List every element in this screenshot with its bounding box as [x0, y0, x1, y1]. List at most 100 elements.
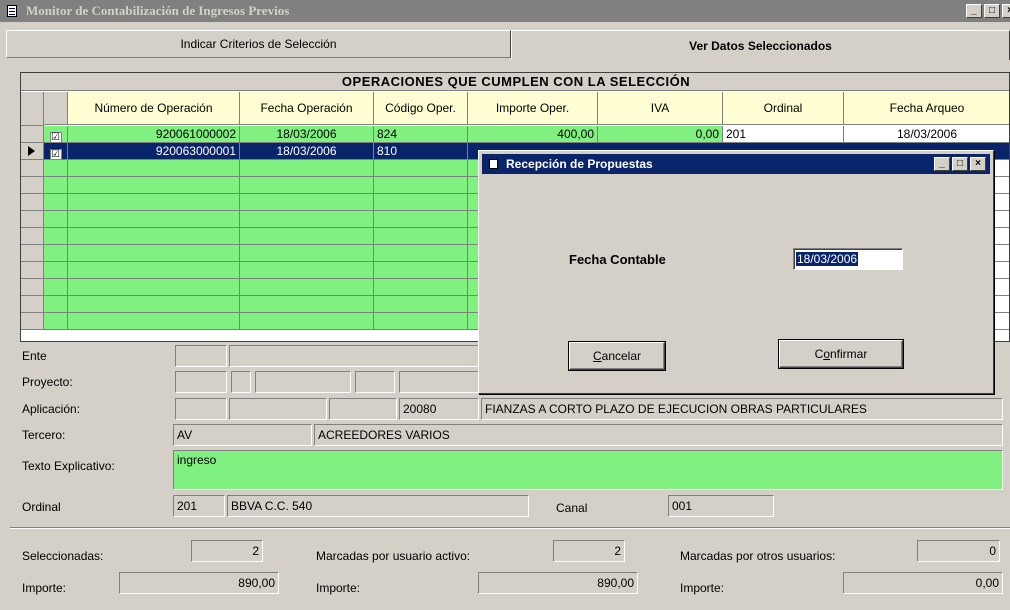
row-header[interactable]: [21, 160, 44, 177]
table-cell[interactable]: [68, 228, 240, 245]
tercero-code-field[interactable]: AV: [173, 424, 312, 446]
row-header[interactable]: [21, 211, 44, 228]
table-cell[interactable]: [240, 211, 374, 228]
row-header[interactable]: [21, 262, 44, 279]
row-header[interactable]: [21, 313, 44, 330]
recepcion-propuestas-dialog[interactable]: Recepción de Propuestas _ □ × Fecha Cont…: [478, 150, 994, 394]
table-row-checkbox[interactable]: ☑: [44, 143, 68, 160]
table-cell[interactable]: [374, 262, 468, 279]
table-cell[interactable]: 201: [723, 126, 844, 143]
proyecto-field-5[interactable]: [399, 371, 479, 393]
table-cell[interactable]: 920061000002: [68, 126, 240, 143]
table-cell[interactable]: [374, 211, 468, 228]
table-cell[interactable]: [374, 177, 468, 194]
dialog-minimize-icon[interactable]: _: [934, 157, 950, 171]
confirmar-button[interactable]: Co nfirmar: [778, 339, 904, 369]
col-header-numero[interactable]: Número de Operación: [68, 92, 240, 125]
table-cell[interactable]: [374, 160, 468, 177]
table-cell[interactable]: [68, 177, 240, 194]
table-cell[interactable]: [44, 177, 68, 194]
dialog-titlebar[interactable]: Recepción de Propuestas _ □ ×: [482, 154, 990, 174]
table-cell[interactable]: 18/03/2006: [240, 143, 374, 160]
row-header[interactable]: [21, 126, 44, 143]
table-cell[interactable]: [44, 228, 68, 245]
table-row-checkbox[interactable]: ☑: [44, 126, 68, 143]
table-cell[interactable]: 18/03/2006: [844, 126, 1009, 143]
table-cell[interactable]: [44, 279, 68, 296]
tab-criterios[interactable]: Indicar Criterios de Selección: [6, 30, 511, 58]
table-cell[interactable]: 400,00: [468, 126, 598, 143]
col-header-iva[interactable]: IVA: [598, 92, 723, 125]
row-header-current[interactable]: [21, 143, 44, 160]
table-cell[interactable]: [240, 262, 374, 279]
proyecto-field-2[interactable]: [231, 371, 251, 393]
table-cell[interactable]: [68, 211, 240, 228]
checkbox-checked[interactable]: ☑: [49, 149, 62, 159]
dialog-close-icon[interactable]: ×: [970, 157, 986, 171]
row-header[interactable]: [21, 194, 44, 211]
aplicacion-field-2[interactable]: [229, 398, 327, 420]
table-cell[interactable]: [240, 177, 374, 194]
table-cell[interactable]: [374, 279, 468, 296]
table-cell[interactable]: [68, 296, 240, 313]
table-cell[interactable]: [240, 160, 374, 177]
table-cell[interactable]: [44, 296, 68, 313]
tab-ver-datos[interactable]: Ver Datos Seleccionados: [511, 30, 1010, 60]
table-cell[interactable]: [68, 245, 240, 262]
table-cell[interactable]: [240, 279, 374, 296]
row-header[interactable]: [21, 245, 44, 262]
table-cell[interactable]: 0,00: [598, 126, 723, 143]
table-cell[interactable]: [44, 313, 68, 330]
table-cell[interactable]: [44, 262, 68, 279]
table-cell[interactable]: [240, 245, 374, 262]
table-cell[interactable]: [44, 211, 68, 228]
ordinal-desc-field[interactable]: BBVA C.C. 540: [227, 495, 529, 517]
table-cell[interactable]: [44, 194, 68, 211]
table-cell[interactable]: [68, 194, 240, 211]
table-cell[interactable]: [374, 245, 468, 262]
table-cell[interactable]: [374, 228, 468, 245]
col-header-ordinal[interactable]: Ordinal: [723, 92, 844, 125]
canal-field[interactable]: 001: [668, 495, 774, 517]
aplicacion-code-field[interactable]: 20080: [399, 398, 479, 420]
row-header[interactable]: [21, 279, 44, 296]
fecha-contable-input[interactable]: 18/03/2006: [793, 248, 903, 270]
close-icon[interactable]: ×: [1002, 4, 1010, 18]
ente-desc-field[interactable]: [229, 345, 479, 367]
row-header[interactable]: [21, 177, 44, 194]
table-cell[interactable]: [240, 194, 374, 211]
table-cell[interactable]: [374, 194, 468, 211]
ente-code-field[interactable]: [175, 345, 227, 367]
proyecto-field-1[interactable]: [175, 371, 227, 393]
tercero-desc-field[interactable]: ACREEDORES VARIOS: [314, 424, 1003, 446]
table-cell[interactable]: [68, 313, 240, 330]
table-cell[interactable]: [68, 279, 240, 296]
proyecto-field-3[interactable]: [255, 371, 351, 393]
table-cell[interactable]: 824: [374, 126, 468, 143]
col-header-fecha[interactable]: Fecha Operación: [240, 92, 374, 125]
aplicacion-field-3[interactable]: [329, 398, 397, 420]
table-cell[interactable]: [240, 296, 374, 313]
table-cell[interactable]: [68, 160, 240, 177]
table-cell[interactable]: 810: [374, 143, 468, 160]
col-header-codigo[interactable]: Código Oper.: [374, 92, 468, 125]
table-cell[interactable]: 920063000001: [68, 143, 240, 160]
checkbox-checked[interactable]: ☑: [49, 132, 62, 142]
table-cell[interactable]: [240, 228, 374, 245]
texto-explicativo-field[interactable]: ingreso: [173, 450, 1003, 490]
col-header-importe[interactable]: Importe Oper.: [468, 92, 598, 125]
table-cell[interactable]: [240, 313, 374, 330]
maximize-icon[interactable]: □: [984, 4, 1000, 18]
table-cell[interactable]: [44, 245, 68, 262]
table-cell[interactable]: [44, 160, 68, 177]
proyecto-field-4[interactable]: [355, 371, 395, 393]
row-header[interactable]: [21, 228, 44, 245]
aplicacion-desc-field[interactable]: FIANZAS A CORTO PLAZO DE EJECUCION OBRAS…: [481, 398, 1003, 420]
minimize-icon[interactable]: _: [966, 4, 982, 18]
ordinal-code-field[interactable]: 201: [173, 495, 225, 517]
col-header-arqueo[interactable]: Fecha Arqueo: [844, 92, 1009, 125]
aplicacion-field-1[interactable]: [175, 398, 227, 420]
table-cell[interactable]: [68, 262, 240, 279]
table-cell[interactable]: [374, 296, 468, 313]
dialog-maximize-icon[interactable]: □: [952, 157, 968, 171]
